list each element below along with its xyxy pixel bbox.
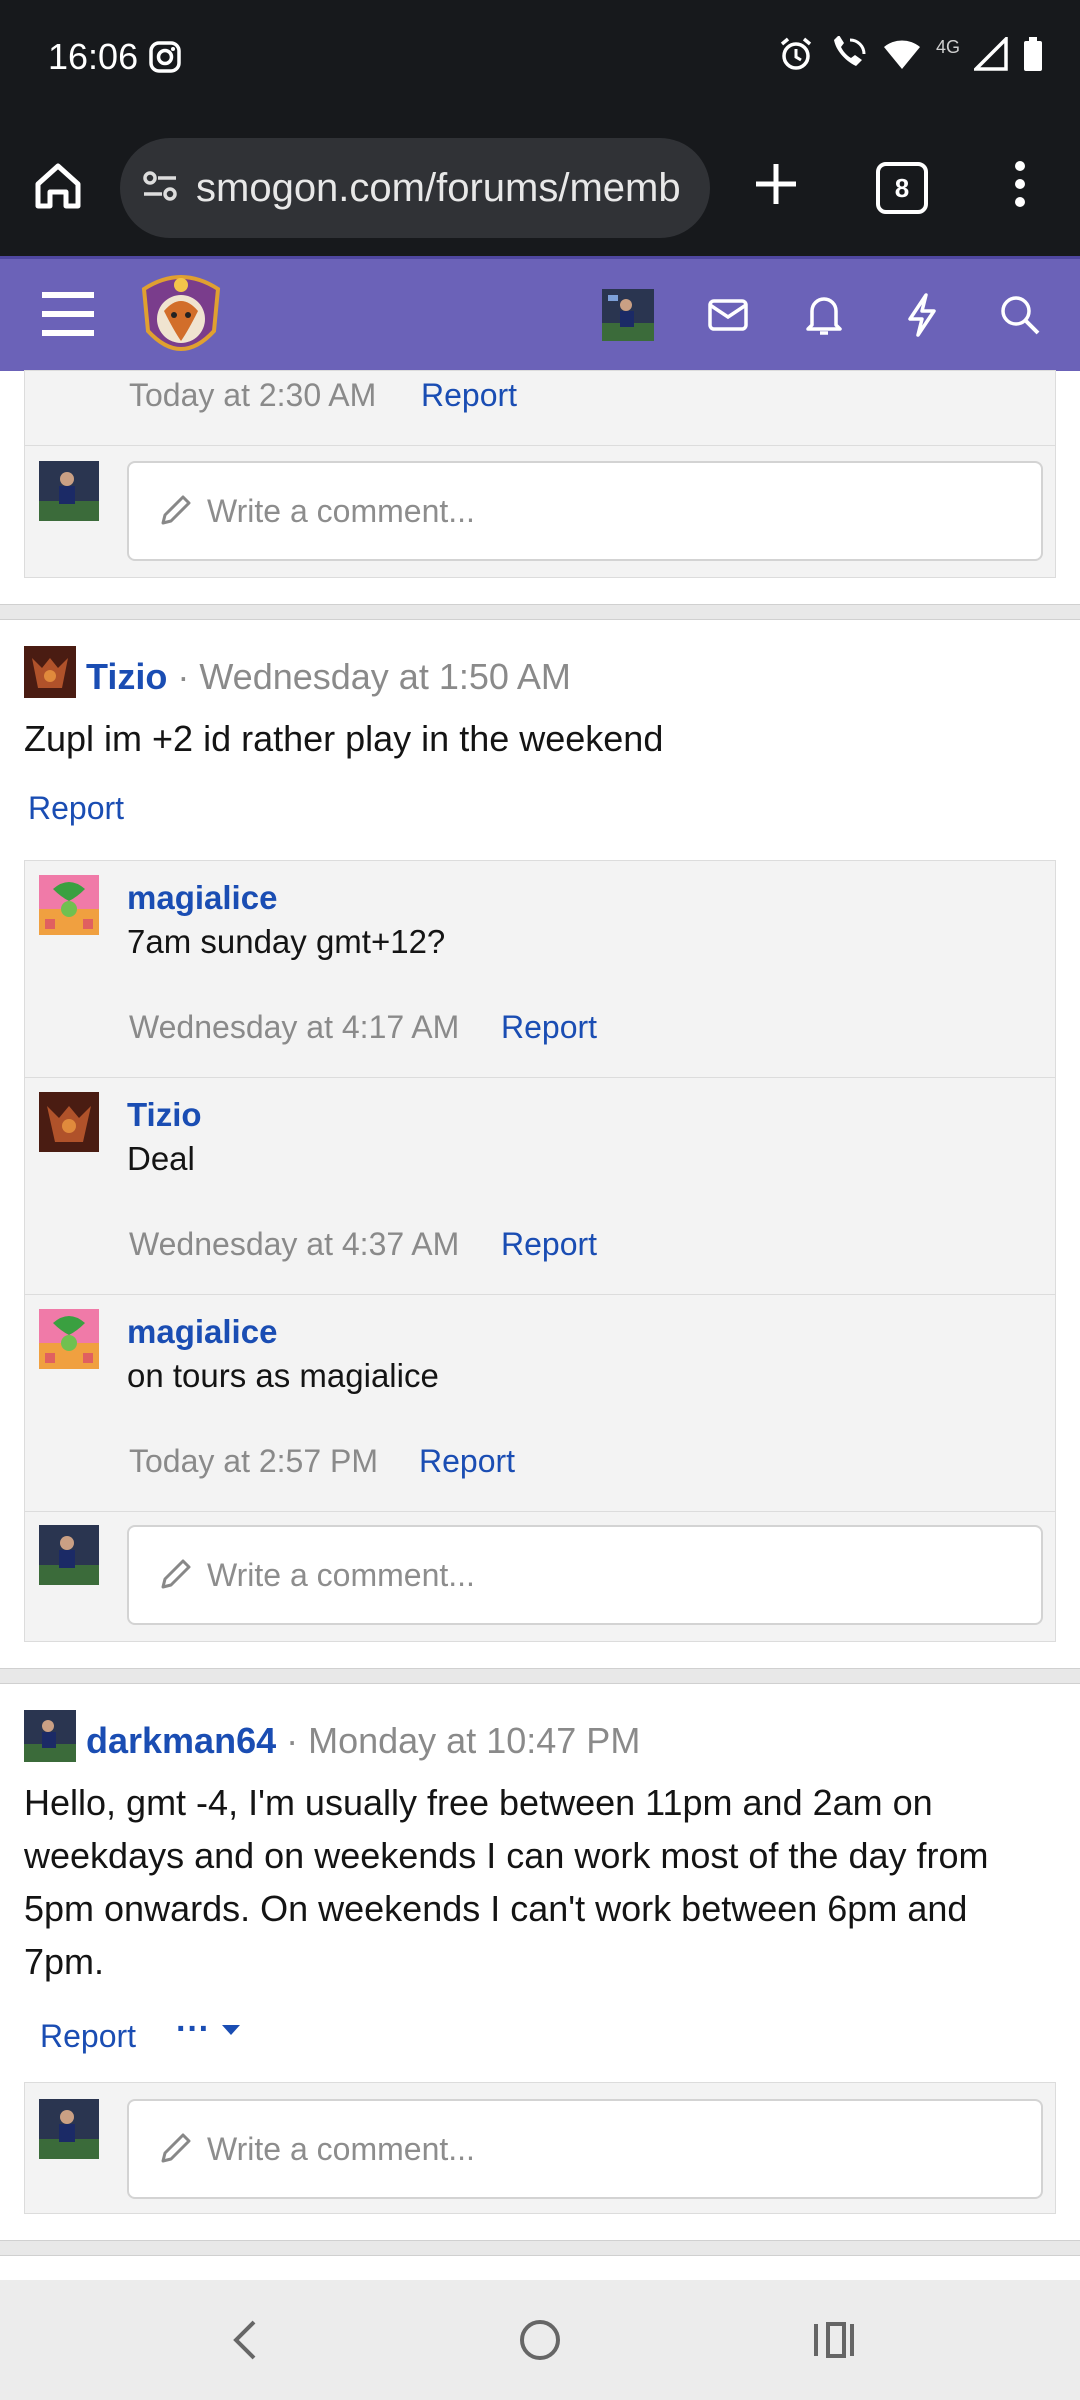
avatar (39, 461, 99, 521)
post-header: darkman64 · Monday at 10:47 PM (24, 1710, 640, 1771)
report-link[interactable]: Report (501, 1226, 597, 1263)
comment-author[interactable]: magialice (127, 1313, 277, 1351)
write-comment-placeholder: Write a comment... (207, 492, 475, 529)
bell-icon[interactable] (804, 293, 844, 342)
report-link[interactable]: Report (421, 377, 517, 414)
url-bar[interactable]: smogon.com/forums/memb (120, 138, 710, 238)
inbox-icon[interactable] (706, 293, 750, 342)
comment-timestamp: Today at 2:30 AM (129, 377, 377, 413)
comment-row: Tizio Deal Wednesday at 4:37 AM Report (25, 1078, 1055, 1295)
caret-down-icon (221, 2024, 240, 2035)
comment-row: Today at 2:30 AM Report (25, 371, 1055, 446)
write-comment-placeholder: Write a comment... (207, 1556, 475, 1593)
more-options-button[interactable]: ··· (176, 2010, 242, 2049)
alarm-icon (780, 37, 812, 70)
write-comment-input[interactable]: Write a comment... (127, 1525, 1043, 1625)
comment-row: magialice 7am sunday gmt+12? Wednesday a… (25, 861, 1055, 1078)
avatar[interactable] (39, 1309, 99, 1369)
comment-text: on tours as magialice (127, 1357, 439, 1394)
recent-apps-icon[interactable] (808, 2316, 856, 2364)
search-icon[interactable] (998, 293, 1042, 342)
comment-box: Today at 2:30 AM Report Write a comment.… (24, 370, 1056, 578)
comment-author[interactable]: Tizio (127, 1096, 202, 1134)
separator-dot: · (177, 655, 190, 697)
separator-dot: · (286, 1719, 299, 1761)
instagram-icon (148, 40, 182, 79)
comment-timestamp[interactable]: Wednesday at 4:17 AM (129, 1009, 459, 1046)
comment-box: Write a comment... (24, 2082, 1056, 2214)
post-separator (0, 1668, 1080, 1684)
post-body: Hello, gmt -4, I'm usually free between … (24, 1782, 989, 1982)
home-button-icon[interactable] (516, 2316, 564, 2364)
home-icon[interactable] (30, 158, 86, 219)
back-icon[interactable] (222, 2316, 270, 2364)
comment-row: magialice on tours as magialice Today at… (25, 1295, 1055, 1512)
hamburger-menu-icon[interactable] (40, 291, 96, 342)
post-author[interactable]: darkman64 (86, 1720, 276, 1762)
report-link[interactable]: Report (40, 2018, 136, 2055)
site-settings-icon[interactable] (140, 166, 180, 211)
post-date[interactable]: Monday at 10:47 PM (308, 1720, 640, 1762)
post-separator (0, 2240, 1080, 2256)
avatar[interactable] (39, 875, 99, 935)
comment-text: Deal (127, 1140, 195, 1177)
wifi-call-icon (833, 36, 866, 66)
avatar[interactable] (24, 1710, 76, 1771)
system-navigation-bar (0, 2280, 1080, 2400)
report-link[interactable]: Report (501, 1009, 597, 1046)
browser-toolbar: smogon.com/forums/memb 8 (0, 118, 1080, 256)
tab-switcher-button[interactable]: 8 (876, 162, 928, 214)
network-type: 4G (935, 36, 960, 57)
site-logo[interactable] (138, 271, 224, 368)
post-date[interactable]: Wednesday at 1:50 AM (199, 656, 571, 698)
new-tab-icon[interactable] (750, 158, 802, 215)
comment-text: 7am sunday gmt+12? (127, 923, 446, 960)
comment-author[interactable]: magialice (127, 879, 277, 917)
post-author[interactable]: Tizio (86, 656, 167, 698)
comment-timestamp[interactable]: Today at 2:57 PM (129, 1443, 378, 1480)
write-comment-placeholder: Write a comment... (207, 2130, 475, 2167)
site-header (0, 256, 1080, 371)
wifi-icon (883, 40, 920, 69)
bolt-icon[interactable] (904, 293, 940, 342)
post-body: Zupl im +2 id rather play in the weekend (24, 718, 664, 759)
avatar[interactable] (24, 646, 76, 707)
more-dots: ··· (176, 2010, 210, 2048)
comment-timestamp[interactable]: Wednesday at 4:37 AM (129, 1226, 459, 1263)
battery-icon (1024, 37, 1042, 71)
status-icons: 4G (778, 36, 1044, 72)
user-avatar[interactable] (602, 289, 654, 341)
write-comment-input[interactable]: Write a comment... (127, 2099, 1043, 2199)
report-link[interactable]: Report (419, 1443, 515, 1480)
status-bar: 16:06 4G (0, 0, 1080, 118)
write-comment-input[interactable]: Write a comment... (127, 461, 1043, 561)
post-separator (0, 604, 1080, 620)
signal-icon (974, 37, 1008, 71)
url-text: smogon.com/forums/memb (196, 165, 681, 210)
avatar (39, 1525, 99, 1585)
more-menu-icon[interactable] (1010, 158, 1030, 215)
post-header: Tizio · Wednesday at 1:50 AM (24, 646, 571, 707)
comment-box: magialice 7am sunday gmt+12? Wednesday a… (24, 860, 1056, 1642)
avatar (39, 2099, 99, 2159)
report-link[interactable]: Report (28, 790, 124, 827)
avatar[interactable] (39, 1092, 99, 1152)
status-time: 16:06 (48, 36, 139, 77)
